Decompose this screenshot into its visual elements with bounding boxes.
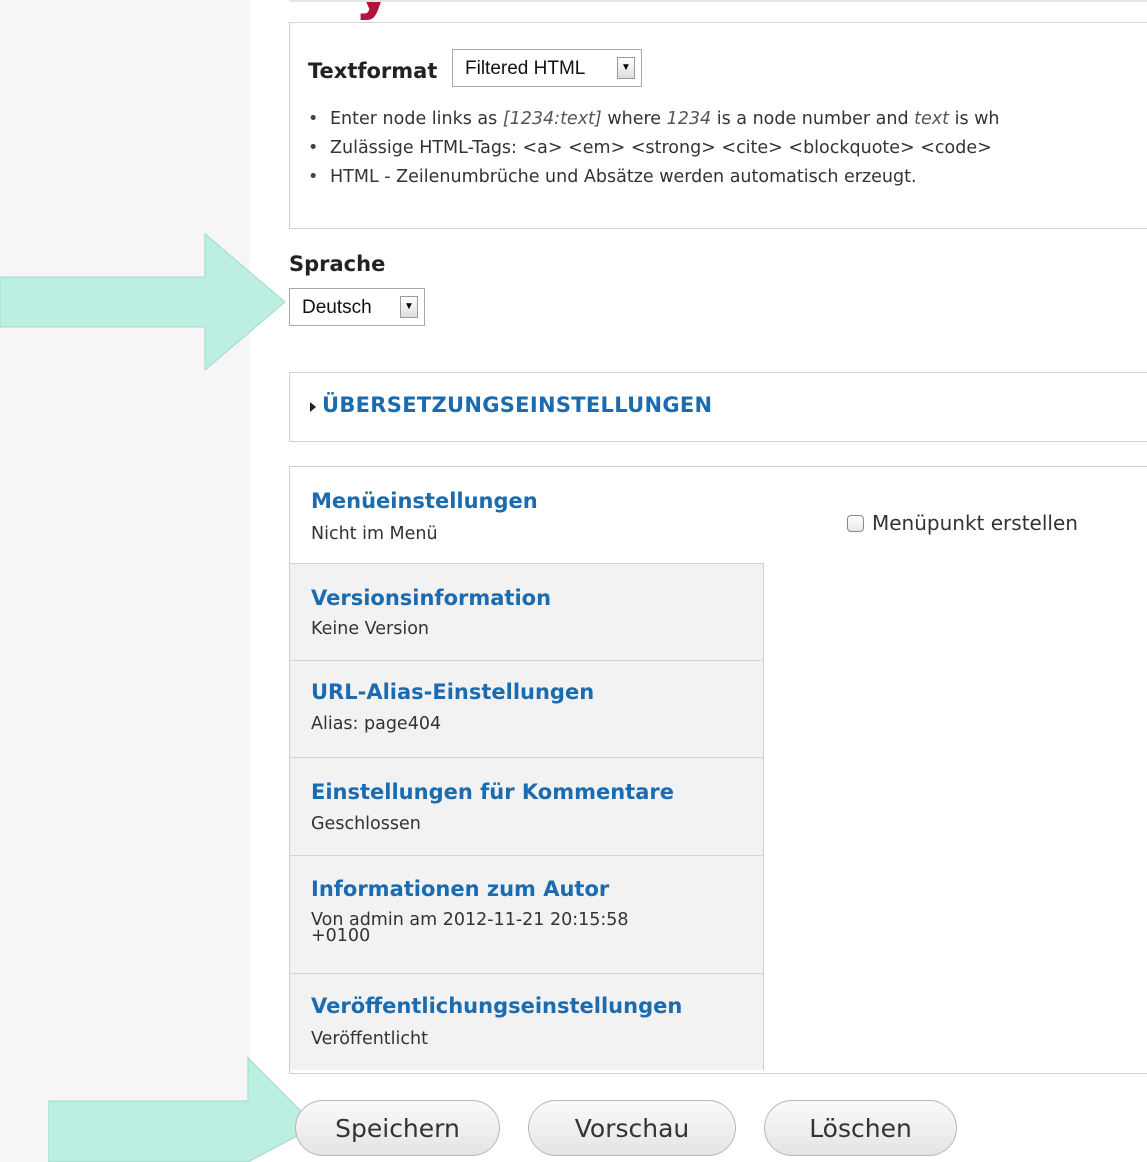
tab-summary: Nicht im Menü	[311, 524, 438, 544]
language-select[interactable]: Deutsch ▼	[289, 288, 425, 326]
preview-button[interactable]: Vorschau	[528, 1100, 736, 1156]
tab-summary: Keine Version	[311, 619, 430, 639]
triangle-right-icon	[310, 402, 316, 412]
text-format-tips: Enter node links as [1234:text] where 12…	[308, 105, 1000, 192]
tab-title: Einstellungen für Kommentare	[311, 780, 674, 804]
tab-title: Versionsinformation	[311, 586, 552, 610]
create-menu-item-label: Menüpunkt erstellen	[872, 511, 1078, 535]
save-button[interactable]: Speichern	[295, 1100, 500, 1156]
tip-item: Enter node links as [1234:text] where 12…	[308, 105, 1000, 134]
vertical-tab-menu[interactable]: Menüeinstellungen Nicht im Menü	[290, 467, 764, 564]
text-format-select[interactable]: Filtered HTML ▼	[452, 49, 642, 87]
text-format-fieldset: Textformat Filtered HTML ▼ Enter node li…	[289, 22, 1147, 229]
vertical-tabs: Menüeinstellungen Nicht im Menü Versions…	[289, 466, 1147, 1074]
vertical-tab-list: Menüeinstellungen Nicht im Menü Versions…	[290, 467, 764, 1070]
language-value: Deutsch	[302, 297, 372, 318]
chevron-down-icon: ▼	[400, 296, 418, 318]
tab-title: Informationen zum Autor	[311, 877, 610, 901]
create-menu-item-checkbox[interactable]: Menüpunkt erstellen	[847, 511, 1078, 535]
vertical-tab-revision[interactable]: Versionsinformation Keine Version	[290, 564, 764, 661]
page-title-fragment: y	[355, 0, 392, 18]
vertical-tab-comments[interactable]: Einstellungen für Kommentare Geschlossen	[290, 758, 764, 856]
tab-title: Veröffentlichungseinstellungen	[311, 994, 683, 1018]
divider	[289, 0, 1147, 2]
tab-title: URL-Alias-Einstellungen	[311, 680, 595, 704]
tip-item: Zulässige HTML-Tags: <a> <em> <strong> <…	[308, 134, 1000, 163]
vertical-tab-author[interactable]: Informationen zum Autor Von admin am 201…	[290, 856, 764, 974]
tab-summary: +0100	[311, 926, 371, 946]
vertical-tab-url-alias[interactable]: URL-Alias-Einstellungen Alias: page404	[290, 661, 764, 758]
vertical-tab-publishing[interactable]: Veröffentlichungseinstellungen Veröffent…	[290, 974, 764, 1070]
checkbox-icon[interactable]	[847, 514, 864, 532]
translation-settings-toggle[interactable]: ÜBERSETZUNGSEINSTELLUNGEN	[322, 393, 712, 417]
tab-summary: Geschlossen	[311, 814, 421, 834]
tip-item: HTML - Zeilenumbrüche und Absätze werden…	[308, 163, 1000, 192]
tab-summary: Alias: page404	[311, 714, 442, 734]
tab-title: Menüeinstellungen	[311, 489, 538, 513]
language-label: Sprache	[289, 252, 386, 276]
delete-button[interactable]: Löschen	[764, 1100, 957, 1156]
translation-settings-fieldset[interactable]: ÜBERSETZUNGSEINSTELLUNGEN	[289, 372, 1147, 442]
text-format-label: Textformat	[308, 59, 438, 83]
tab-summary: Veröffentlicht	[311, 1029, 428, 1049]
left-gutter	[0, 0, 250, 1162]
annotation-arrow-icon	[0, 232, 286, 372]
chevron-down-icon: ▼	[617, 57, 635, 79]
annotation-arrow-icon	[48, 1056, 317, 1162]
text-format-value: Filtered HTML	[465, 58, 586, 79]
